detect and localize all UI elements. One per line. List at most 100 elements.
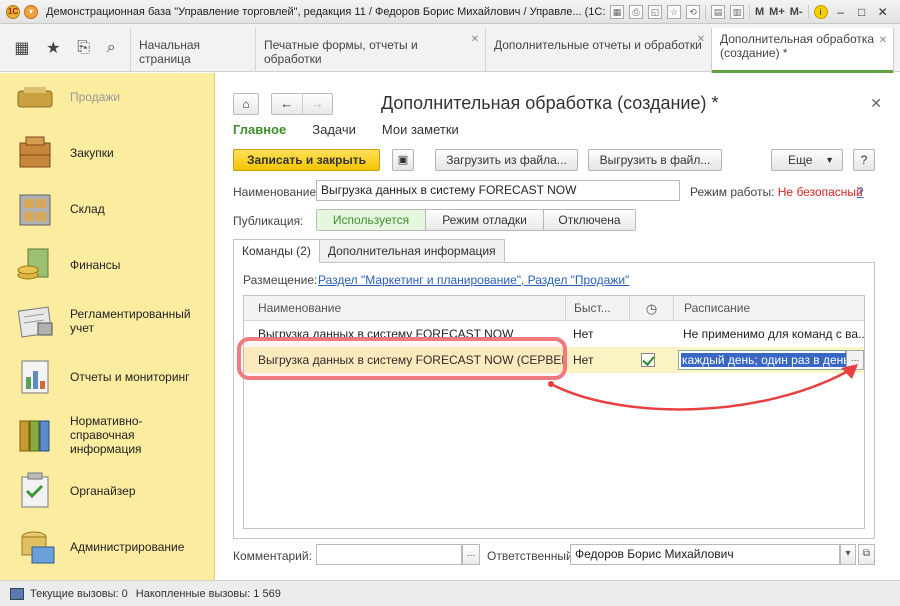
comment-field[interactable] — [316, 544, 462, 565]
server-calls-icon — [10, 587, 24, 600]
tab-bar: ▦ ★ ⎘ ⌕ Начальная страница Печатные форм… — [0, 24, 900, 73]
close-icon[interactable]: ✕ — [471, 34, 479, 45]
print-icon[interactable]: ⎙ — [629, 4, 643, 19]
quick-cell: Нет — [573, 353, 594, 367]
schedule-input[interactable]: каждый день; один раз в день — [678, 350, 851, 370]
unload-to-file-button[interactable]: Выгрузить в файл... — [588, 149, 722, 171]
history-icon[interactable]: ⟲ — [686, 4, 700, 19]
memory-mminus-button[interactable]: M- — [790, 6, 803, 18]
divider — [705, 4, 706, 19]
save-and-close-button[interactable]: Записать и закрыть — [233, 149, 380, 171]
sidebar-item-reports[interactable]: Отчеты и мониторинг — [0, 349, 215, 405]
placement-link[interactable]: Раздел "Маркетинг и планирование", Разде… — [318, 273, 629, 287]
sidebar-item-organizer[interactable]: Органайзер — [0, 463, 215, 519]
schedule-enabled-checkbox[interactable] — [641, 353, 655, 367]
schedule-cell: Не применимо для команд с ва... — [683, 327, 865, 341]
responsible-dropdown-button[interactable]: ▾ — [840, 544, 856, 565]
tab-additional-reports[interactable]: Дополнительные отчеты и обработки ✕ — [485, 28, 711, 72]
close-icon[interactable]: ✕ — [697, 34, 705, 45]
apps-grid-icon[interactable]: ▦ — [14, 38, 29, 58]
status-bar: Текущие вызовы: 0 Накопленные вызовы: 1 … — [0, 580, 900, 606]
more-button[interactable]: Еще ▼ — [771, 149, 843, 171]
reference-icon — [14, 415, 58, 455]
favorite-icon[interactable]: ☆ — [667, 4, 681, 19]
divider — [749, 4, 750, 19]
tab-label: Дополнительные отчеты и обработки — [494, 38, 702, 52]
column-header-quick[interactable]: Быст... — [565, 296, 629, 321]
close-window-icon[interactable]: ✕ — [875, 5, 891, 19]
search-icon[interactable]: ⌕ — [107, 39, 116, 57]
organizer-icon — [14, 471, 58, 511]
history-nav: ← → — [271, 93, 333, 115]
memory-m-button[interactable]: M — [755, 6, 764, 18]
calendar2-icon[interactable]: ▥ — [730, 4, 744, 19]
info-icon[interactable]: i — [813, 4, 828, 19]
sidebar-item-purchases[interactable]: Закупки — [0, 125, 215, 181]
publication-option-used[interactable]: Используется — [317, 210, 425, 230]
placement-label: Размещение: — [243, 273, 318, 287]
sidebar-item-admin[interactable]: Администрирование — [0, 519, 215, 575]
load-from-file-button[interactable]: Загрузить из файла... — [435, 149, 578, 171]
main-menu-icon[interactable]: ▾ — [24, 4, 38, 19]
floppy-disk-icon: ▣ — [397, 154, 409, 166]
tab-main[interactable]: Главное — [233, 122, 286, 137]
sidebar-item-finance[interactable]: Финансы — [0, 237, 215, 293]
maximize-icon[interactable]: □ — [854, 5, 870, 19]
close-icon[interactable]: ✕ — [879, 34, 887, 48]
preview-icon[interactable]: ◱ — [648, 4, 662, 19]
sidebar-item-accounting[interactable]: Регламентированный учет — [0, 293, 215, 349]
sidebar-item-sales[interactable]: Продажи — [0, 69, 215, 125]
tab-additional-processing[interactable]: Дополнительная обработка (создание) * ✕ — [711, 28, 894, 73]
tab-label: Печатные формы, отчеты и обработки — [264, 38, 418, 66]
memory-mplus-button[interactable]: M+ — [769, 6, 785, 18]
column-header-schedule-flag[interactable]: ◷ — [629, 296, 673, 321]
comment-label: Комментарий: — [233, 549, 312, 563]
publication-option-debug[interactable]: Режим отладки — [425, 210, 543, 230]
column-header-schedule[interactable]: Расписание — [673, 296, 864, 321]
tab-notes[interactable]: Мои заметки — [382, 122, 459, 137]
tab-additional-info[interactable]: Дополнительная информация — [318, 239, 505, 262]
calendar-icon[interactable]: ▦ — [610, 4, 624, 19]
forward-arrow-icon[interactable]: → — [301, 94, 333, 114]
home-button[interactable]: ⌂ — [233, 93, 259, 115]
comment-select-button[interactable]: ... — [462, 544, 480, 565]
help-button[interactable]: ? — [853, 149, 875, 171]
page-tabs: Команды (2) Дополнительная информация — [233, 239, 505, 263]
chevron-down-icon: ▼ — [825, 155, 834, 165]
sidebar-item-label: Склад — [70, 202, 105, 216]
divider — [807, 4, 809, 19]
window-title: Демонстрационная база "Управление торгов… — [46, 5, 606, 18]
home-icon: ⌂ — [242, 97, 250, 111]
sidebar-item-label: Финансы — [70, 258, 121, 272]
title-toolbar: ▦ ⎙ ◱ ☆ ⟲ ▤ ▥ M M+ M- i – □ ✕ — [610, 4, 891, 19]
close-icon[interactable]: ✕ — [870, 95, 882, 112]
mode-value-link[interactable]: Не безопасный — [778, 185, 863, 199]
calculator-icon[interactable]: ▤ — [711, 4, 725, 19]
purchases-icon — [14, 133, 58, 173]
name-field[interactable]: Выгрузка данных в систему FORECAST NOW — [316, 180, 680, 201]
tab-home-page[interactable]: Начальная страница — [130, 28, 255, 72]
mode-help-link[interactable]: ? — [857, 185, 864, 199]
publication-option-off[interactable]: Отключена — [543, 210, 635, 230]
minimize-icon[interactable]: – — [833, 5, 849, 19]
tab-commands[interactable]: Команды (2) — [233, 239, 320, 263]
sidebar-item-reference[interactable]: Нормативно-справочная информация — [0, 405, 215, 465]
responsible-open-button[interactable]: ⧉ — [858, 544, 875, 565]
favorites-star-icon[interactable]: ★ — [46, 38, 60, 58]
history-icon[interactable]: ⎘ — [77, 39, 90, 57]
sidebar-item-warehouse[interactable]: Склад — [0, 181, 215, 237]
tab-tasks[interactable]: Задачи — [312, 122, 356, 137]
back-arrow-icon[interactable]: ← — [272, 94, 302, 114]
responsible-field[interactable]: Федоров Борис Михайлович — [570, 544, 840, 565]
tab-print-forms[interactable]: Печатные формы, отчеты и обработки ✕ — [255, 28, 485, 72]
page-title: Дополнительная обработка (создание) * — [381, 93, 719, 113]
column-header-name[interactable]: Наименование — [244, 296, 565, 321]
save-button[interactable]: ▣ — [392, 149, 414, 171]
sidebar-item-label: Отчеты и мониторинг — [70, 370, 190, 384]
app-logo-icon: 1С — [6, 4, 20, 19]
sidebar-item-label: Закупки — [70, 146, 114, 160]
sales-icon — [14, 77, 58, 117]
form-nav-tabs: Главное Задачи Мои заметки — [233, 122, 459, 137]
schedule-select-button[interactable]: ... — [846, 350, 864, 370]
schedule-selected-text: каждый день; один раз в день — [681, 353, 851, 367]
